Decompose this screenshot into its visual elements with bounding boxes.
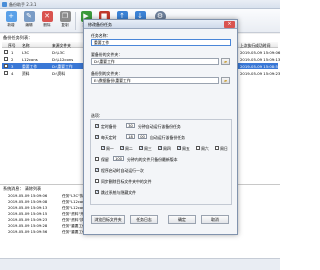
daily-hour-input[interactable]: 18 [126,134,135,139]
daily-label: 每天定时 [101,135,117,140]
cancel-button[interactable]: 取消 [201,215,229,224]
interval-label: 定时备份 [101,124,117,129]
task-list-heading: 备份任务列表： [3,35,33,40]
row-checkbox[interactable] [4,57,8,61]
weekday-checkbox[interactable] [196,146,200,150]
daily-suffix: 自动运行该备份任务 [150,135,186,140]
row-name: L12cons [22,57,38,62]
status-bar [0,258,280,270]
weekday-checkbox[interactable]: ✓ [177,146,181,150]
skip-hidden-checkbox[interactable]: ✓ [95,190,99,194]
ok-button[interactable]: 确定 [168,215,196,224]
row-source: D:\L3C [52,50,65,55]
row-last-success: 2019-05-09 15:09:23 [240,71,281,76]
interval-suffix: 分钟自动运行该备份任务 [138,124,181,129]
weekday-label: 周日 [220,146,228,151]
row-checkbox[interactable] [4,71,8,75]
weekday-checkbox[interactable]: ✓ [139,146,143,150]
row-source: D:\资料 [52,71,66,76]
toolbar-label: 编辑 [25,23,33,27]
keep-label: 保留 [101,157,109,162]
row-index: 4 [11,71,14,76]
weekday-checkbox[interactable]: ✓ [101,146,105,150]
row-name: 资料 [22,71,30,76]
log-time: 2019-05-09 15:09:13 [8,206,48,210]
weekday-label: 周五 [182,146,190,151]
folder-browse-icon[interactable]: ▰ [221,58,230,65]
open-target-folder-button[interactable]: 浏览目标文件夹 [91,215,125,224]
toolbar-label: 复制 [61,23,69,27]
row-checkbox[interactable] [4,64,8,68]
row-last-success: 2019-05-09 15:08:56 [240,64,281,69]
sync-delete-label: 同步删除目标文件夹中的文件 [101,179,152,184]
interval-checkbox[interactable]: ✓ [95,124,99,128]
weekday-checkbox[interactable]: ✓ [158,146,162,150]
row-index: 2 [11,57,14,62]
weekday-label: 周四 [163,146,171,151]
log-time: 2019-05-09 15:09:08 [8,200,48,204]
new-task-button[interactable]: + 新增 [3,11,19,31]
daily-minute-input[interactable]: 00 [138,134,147,139]
task-name-input[interactable]: 重要工作 [91,39,231,46]
daily-checkbox[interactable]: ✓ [95,135,99,139]
keep-suffix: 分钟内的文件只备份最新版本 [127,157,178,162]
source-folder-input[interactable]: D:\重要工作 [91,58,219,65]
startup-label: 程序启动时自动运行一次 [101,168,144,173]
copy-icon: ❐ [59,11,71,22]
weekday-label: 周一 [106,146,114,151]
weekday-label: 周六 [201,146,209,151]
new-task-icon: + [5,11,17,22]
weekday-label: 周三 [144,146,152,151]
delete-icon: ✕ [41,11,53,22]
interval-minutes-input[interactable]: 30 [126,123,135,128]
row-checkbox[interactable] [4,50,8,54]
row-last-success: 2019-05-09 15:09:13 [240,57,281,62]
row-source: D:\L12cons [52,57,74,62]
folder-browse-icon[interactable]: ▰ [221,77,230,84]
keep-minutes-input[interactable]: 100 [113,156,124,161]
close-icon[interactable]: × [224,21,235,28]
title-bar: 备份助手 2.3.1 [0,0,280,9]
row-index: 3 [11,64,14,69]
toolbar-label: 删除 [43,23,51,27]
dialog-title: 修改备份任务 [88,22,112,27]
target-folder-input[interactable]: E:\数据备份\重要工作 [91,77,219,84]
row-name: L3C [22,50,30,55]
edit-icon: ✎ [23,11,35,22]
weekday-label: 周二 [125,146,133,151]
app-icon [2,2,7,7]
log-time: 2019-05-09 15:09:23 [8,218,48,222]
startup-checkbox[interactable]: ✓ [95,168,99,172]
toolbar-label: 新增 [7,23,15,27]
log-time: 2019-05-09 15:09:56 [8,230,48,234]
task-log-button[interactable]: 任务日志 [130,215,158,224]
delete-task-button[interactable]: ✕ 删除 [39,11,55,31]
row-index: 1 [11,50,14,55]
skip-hidden-label: 跳过系统与隐藏文件 [101,190,137,195]
window-title: 备份助手 2.3.1 [9,2,37,7]
sync-delete-checkbox[interactable] [95,179,99,183]
keep-checkbox[interactable] [95,157,99,161]
weekday-checkbox[interactable] [215,146,219,150]
edit-task-button[interactable]: ✎ 编辑 [21,11,37,31]
log-time: 2019-05-09 15:09:15 [8,212,48,216]
copy-task-button[interactable]: ❐ 复制 [57,11,73,31]
toolbar-separator [75,12,76,30]
dialog-title-bar: 修改备份任务 × [84,20,237,29]
edit-task-dialog: 修改备份任务 × 任务名称： 重要工作 要备份的文件夹： D:\重要工作 ▰ 备… [83,19,238,235]
weekday-checkbox[interactable]: ✓ [120,146,124,150]
log-time: 2019-05-09 15:09:28 [8,224,48,228]
row-last-success: 2019-05-09 15:09:06 [240,50,281,55]
options-group: ✓ 定时备份 30 分钟自动运行该备份任务 ✓ 每天定时 18 00 自动运行该… [90,119,232,205]
log-heading: 系统消息： 清除列表 [3,186,42,191]
log-time: 2019-05-09 15:09:06 [8,194,48,198]
